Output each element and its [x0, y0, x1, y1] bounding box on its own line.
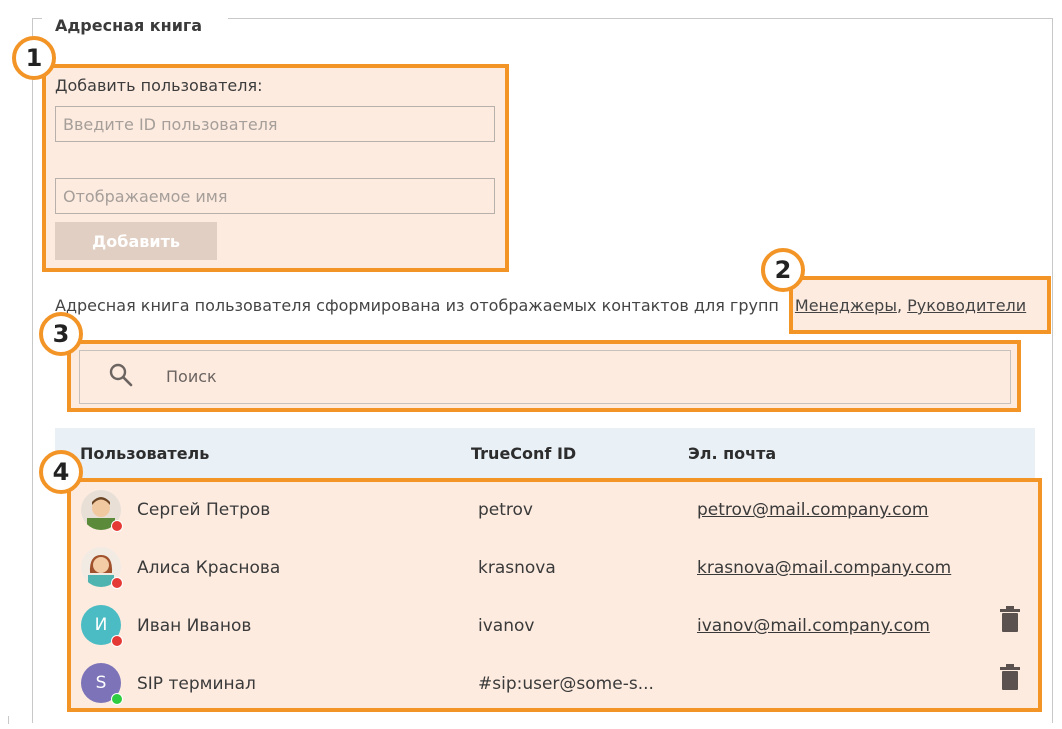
user-trueconf-id: krasnova [478, 558, 556, 578]
section-title: Адресная книга [55, 16, 203, 35]
user-email-link[interactable]: ivanov@mail.company.com [697, 616, 930, 636]
trash-icon[interactable] [999, 606, 1021, 632]
search-icon [109, 363, 133, 387]
avatar [81, 490, 123, 532]
status-offline-dot [111, 577, 123, 589]
search-placeholder: Поиск [166, 367, 217, 386]
display-name-input[interactable]: Отображаемое имя [55, 178, 495, 214]
user-trueconf-id: ivanov [478, 616, 535, 636]
trash-icon[interactable] [999, 664, 1021, 690]
user-email-link[interactable]: krasnova@mail.company.com [697, 558, 951, 578]
avatar: И [81, 605, 123, 647]
add-user-label: Добавить пользователя: [55, 76, 263, 95]
column-header-trueconf-id[interactable]: TrueConf ID [471, 444, 576, 463]
callout-badge-1: 1 [12, 36, 56, 80]
user-trueconf-id: #sip:user@some-s... [478, 674, 654, 694]
user-trueconf-id: petrov [478, 500, 533, 520]
callout-badge-2: 2 [761, 248, 805, 292]
group-link-leaders[interactable]: Руководители [907, 296, 1026, 315]
user-id-input[interactable]: Введите ID пользователя [55, 106, 495, 142]
status-online-dot [111, 693, 123, 705]
user-name: Сергей Петров [137, 500, 271, 520]
callout-badge-3: 3 [39, 312, 83, 356]
user-email-link[interactable]: petrov@mail.company.com [697, 500, 928, 520]
group-link-managers[interactable]: Менеджеры [795, 296, 897, 315]
group-separator: , [896, 296, 903, 315]
frame-border [8, 716, 9, 724]
search-input[interactable] [79, 350, 1011, 404]
avatar [81, 547, 123, 589]
column-header-email[interactable]: Эл. почта [688, 444, 776, 463]
frame-border [228, 18, 1053, 19]
user-name: Алиса Краснова [137, 558, 281, 578]
status-offline-dot [111, 635, 123, 647]
address-book-description: Адресная книга пользователя сформирована… [55, 296, 1026, 315]
frame-border [1052, 18, 1053, 723]
status-offline-dot [111, 520, 123, 532]
frame-border [32, 18, 42, 19]
frame-border [32, 18, 33, 723]
user-name: SIP терминал [137, 674, 256, 694]
avatar: S [81, 663, 123, 705]
callout-badge-4: 4 [39, 450, 83, 494]
user-name: Иван Иванов [137, 616, 252, 636]
description-text: Адресная книга пользователя сформирована… [55, 296, 779, 315]
add-user-button[interactable]: Добавить [55, 222, 217, 260]
column-header-user[interactable]: Пользователь [80, 444, 209, 463]
